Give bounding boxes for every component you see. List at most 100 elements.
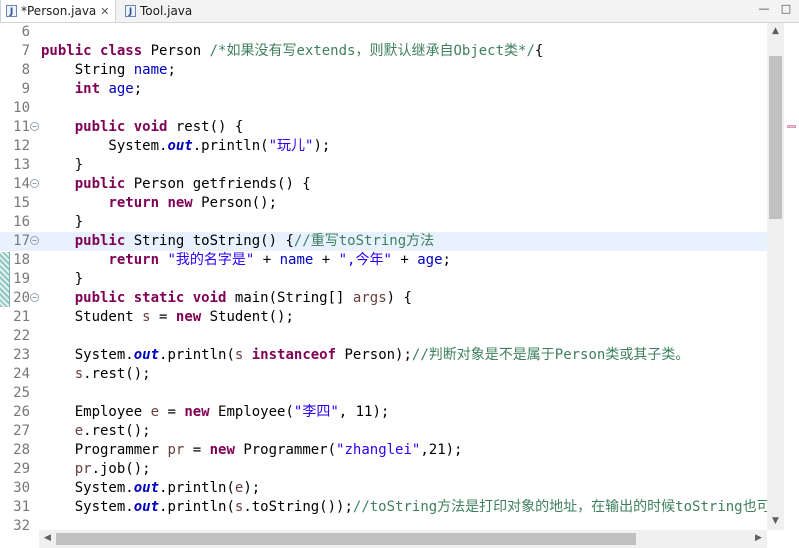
code-token: Employee( bbox=[209, 404, 294, 420]
horizontal-scrollbar[interactable]: ◀ ▶ bbox=[39, 530, 767, 548]
code-token: //重写toString方法 bbox=[293, 233, 435, 249]
code-text[interactable]: } bbox=[41, 156, 83, 175]
code-token: "zhanglei" bbox=[336, 442, 421, 458]
code-token: System. bbox=[41, 480, 134, 496]
code-line[interactable]: 12 System.out.println("玩儿"); bbox=[0, 137, 767, 156]
code-line[interactable]: 19 } bbox=[0, 270, 767, 289]
code-line[interactable]: 16 } bbox=[0, 213, 767, 232]
code-token: Programmer( bbox=[234, 442, 337, 458]
fold-toggle-icon[interactable]: − bbox=[30, 236, 39, 245]
code-line[interactable]: 29 pr.job(); bbox=[0, 460, 767, 479]
code-token: public bbox=[74, 176, 126, 192]
fold-toggle-icon[interactable]: − bbox=[30, 122, 39, 131]
code-line[interactable]: 6 bbox=[0, 23, 767, 42]
scroll-up-icon[interactable]: ▲ bbox=[767, 23, 784, 40]
code-line[interactable]: 15 return new Person(); bbox=[0, 194, 767, 213]
code-token: ",今年" bbox=[338, 252, 392, 268]
code-token: System. bbox=[41, 499, 134, 515]
code-token: .println( bbox=[192, 138, 269, 154]
code-line[interactable]: 28 Programmer pr = new Programmer("zhang… bbox=[0, 441, 767, 460]
code-line[interactable]: 32 bbox=[0, 517, 767, 530]
code-token: int bbox=[74, 81, 101, 97]
code-text[interactable]: public class Person /*如果没有写extends，则默认继承… bbox=[41, 42, 543, 61]
code-line[interactable]: 17− public String toString() {//重写toStri… bbox=[0, 232, 767, 251]
code-line[interactable]: 8 String name; bbox=[0, 61, 767, 80]
scroll-down-icon[interactable]: ▼ bbox=[767, 513, 784, 530]
code-line[interactable]: 9 int age; bbox=[0, 80, 767, 99]
code-line[interactable]: 7 public class Person /*如果没有写extends，则默认继… bbox=[0, 42, 767, 61]
code-text[interactable]: } bbox=[41, 270, 83, 289]
code-line[interactable]: 30 System.out.println(e); bbox=[0, 479, 767, 498]
code-text[interactable]: pr.job(); bbox=[41, 460, 151, 479]
code-text[interactable]: public Person getfriends() { bbox=[41, 175, 311, 194]
code-token: Person bbox=[142, 43, 210, 59]
fold-toggle-icon[interactable]: − bbox=[30, 293, 39, 302]
code-token: ; bbox=[442, 252, 451, 268]
code-line[interactable]: 27 e.rest(); bbox=[0, 422, 767, 441]
code-text[interactable]: public void rest() { bbox=[41, 118, 244, 137]
code-text[interactable]: System.out.println(s instanceof Person);… bbox=[41, 346, 690, 365]
code-token: .rest(); bbox=[83, 423, 151, 439]
code-token: name bbox=[133, 62, 168, 78]
code-line[interactable]: 22 bbox=[0, 327, 767, 346]
code-token: /*如果没有写extends，则默认继承自Object类*/ bbox=[209, 43, 535, 59]
code-token: s bbox=[74, 366, 84, 382]
code-text[interactable]: String name; bbox=[41, 61, 176, 80]
overview-ruler[interactable] bbox=[784, 23, 799, 530]
code-text[interactable]: e.rest(); bbox=[41, 422, 151, 441]
code-token: out bbox=[167, 138, 193, 154]
code-text[interactable]: public static void main(String[] args) { bbox=[41, 289, 412, 308]
minimize-icon[interactable]: — bbox=[757, 2, 771, 16]
code-text[interactable]: } bbox=[41, 213, 83, 232]
code-line[interactable]: 26 Employee e = new Employee("李四", 11); bbox=[0, 403, 767, 422]
maximize-icon[interactable]: □ bbox=[779, 2, 793, 16]
horizontal-scroll-thumb[interactable] bbox=[56, 533, 636, 545]
code-token: out bbox=[133, 347, 160, 363]
code-token: + bbox=[254, 252, 280, 268]
code-line[interactable]: 18 return "我的名字是" + name + ",今年" + age; bbox=[0, 251, 767, 270]
code-text[interactable]: return new Person(); bbox=[41, 194, 277, 213]
code-token: instanceof bbox=[251, 347, 337, 363]
code-line[interactable]: 10 bbox=[0, 99, 767, 118]
code-text[interactable]: int age; bbox=[41, 80, 142, 99]
code-line[interactable]: 13 } bbox=[0, 156, 767, 175]
tab-person-java[interactable]: J *Person.java ✕ bbox=[0, 0, 116, 22]
code-text[interactable]: System.out.println("玩儿"); bbox=[41, 137, 330, 156]
code-token: ; bbox=[133, 81, 143, 97]
vertical-scroll-thumb[interactable] bbox=[769, 56, 782, 219]
code-token: } bbox=[41, 214, 84, 230]
code-text[interactable]: Student s = new Student(); bbox=[41, 308, 294, 327]
code-token: "李四" bbox=[293, 404, 339, 420]
code-token: } bbox=[41, 271, 84, 287]
code-text[interactable]: return "我的名字是" + name + ",今年" + age; bbox=[41, 251, 451, 270]
code-line[interactable]: 11− public void rest() { bbox=[0, 118, 767, 137]
code-text[interactable]: s.rest(); bbox=[41, 365, 151, 384]
code-text[interactable]: public String toString() {//重写toString方法 bbox=[41, 232, 434, 251]
code-line[interactable]: 20− public static void main(String[] arg… bbox=[0, 289, 767, 308]
code-text[interactable]: Employee e = new Employee("李四", 11); bbox=[41, 403, 390, 422]
code-line[interactable]: 24 s.rest(); bbox=[0, 365, 767, 384]
code-token: e bbox=[74, 423, 84, 439]
code-line[interactable]: 31 System.out.println(s.toString());//to… bbox=[0, 498, 767, 517]
code-token: public bbox=[74, 233, 126, 249]
scroll-left-icon[interactable]: ◀ bbox=[39, 530, 56, 547]
line-number: 17 bbox=[13, 233, 30, 249]
tab-tool-java[interactable]: J Tool.java bbox=[120, 0, 200, 22]
code-editor[interactable]: 6 7 public class Person /*如果没有写extends，则默认… bbox=[0, 23, 767, 530]
code-text[interactable]: System.out.println(s.toString());//toStr… bbox=[41, 498, 767, 517]
code-line[interactable]: 25 bbox=[0, 384, 767, 403]
close-icon[interactable]: ✕ bbox=[100, 5, 109, 18]
fold-toggle-icon[interactable]: − bbox=[30, 179, 39, 188]
code-text[interactable]: Programmer pr = new Programmer("zhanglei… bbox=[41, 441, 463, 460]
code-line[interactable]: 21 Student s = new Student(); bbox=[0, 308, 767, 327]
code-text[interactable]: System.out.println(e); bbox=[41, 479, 260, 498]
code-line[interactable]: 23 System.out.println(s instanceof Perso… bbox=[0, 346, 767, 365]
line-number: 18 bbox=[13, 252, 30, 268]
scroll-right-icon[interactable]: ▶ bbox=[750, 530, 767, 547]
code-line[interactable]: 14− public Person getfriends() { bbox=[0, 175, 767, 194]
tab-label: *Person.java bbox=[21, 4, 97, 18]
vertical-scrollbar[interactable]: ▲ ▼ bbox=[767, 23, 784, 530]
annotation-marker[interactable] bbox=[787, 125, 796, 128]
